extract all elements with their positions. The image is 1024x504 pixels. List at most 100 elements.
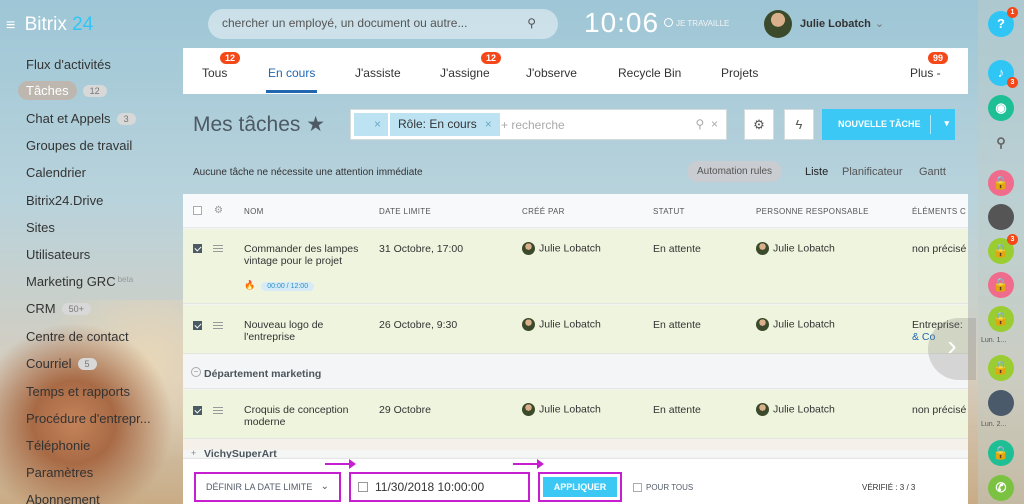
- filter-chip-empty[interactable]: ×: [354, 113, 388, 136]
- tab-tous[interactable]: Tous 12: [202, 52, 241, 80]
- view-gantt[interactable]: Gantt: [919, 166, 946, 178]
- sidebar-item-abonnement[interactable]: Abonnement: [26, 492, 100, 504]
- sidebar-item-crm[interactable]: CRM 50+: [26, 301, 91, 316]
- search-icon[interactable]: ⚲: [988, 130, 1014, 156]
- sidebar-item-taches[interactable]: Tâches 12: [18, 81, 107, 100]
- tab-label: En cours: [268, 66, 316, 80]
- view-planner[interactable]: Planificateur: [842, 166, 903, 178]
- close-icon[interactable]: ×: [374, 117, 381, 131]
- task-deadline[interactable]: 26 Octobre, 9:30: [379, 319, 457, 331]
- row-checkbox[interactable]: [193, 321, 202, 330]
- task-name[interactable]: Commander des lampes vintage pour le pro…: [244, 243, 362, 267]
- tab-jassiste[interactable]: J'assiste: [355, 66, 401, 80]
- filter-search[interactable]: × Rôle: En cours × + recherche ⚲ ×: [350, 109, 727, 140]
- chat-icon[interactable]: ◉: [988, 95, 1014, 121]
- lock-icon[interactable]: 🔒: [988, 440, 1014, 466]
- row-menu-icon[interactable]: [213, 407, 223, 414]
- tab-plus[interactable]: Plus - 99: [910, 52, 949, 80]
- task-creator[interactable]: Julie Lobatch: [522, 242, 601, 255]
- view-list[interactable]: Liste: [805, 166, 828, 178]
- sidebar-item-drive[interactable]: Bitrix24.Drive: [26, 193, 103, 208]
- settings-icon[interactable]: ⚙: [214, 205, 223, 216]
- column-header[interactable]: PERSONNE RESPONSABLE: [756, 207, 869, 216]
- tab-counter: 99: [928, 52, 949, 64]
- sidebar-item-temps[interactable]: Temps et rapports: [26, 384, 130, 399]
- sidebar-item-utilisateurs[interactable]: Utilisateurs: [26, 247, 90, 262]
- sidebar-item-chat[interactable]: Chat et Appels 3: [26, 111, 136, 126]
- search-icon[interactable]: ⚲: [527, 16, 536, 30]
- column-header[interactable]: ÉLÉMENTS C: [912, 207, 966, 216]
- expand-icon[interactable]: +: [191, 448, 196, 458]
- date-input[interactable]: 11/30/2018 10:00:00: [349, 472, 530, 502]
- tab-en-cours[interactable]: En cours: [265, 66, 318, 93]
- task-responsible[interactable]: Julie Lobatch: [756, 242, 835, 255]
- lightning-icon[interactable]: ϟ: [784, 109, 814, 140]
- search-clear-icons[interactable]: ⚲ ×: [696, 117, 718, 131]
- task-responsible[interactable]: Julie Lobatch: [756, 403, 835, 416]
- row-menu-icon[interactable]: [213, 322, 223, 329]
- define-deadline-select[interactable]: DÉFINIR LA DATE LIMITE ⌄: [194, 472, 341, 502]
- task-name[interactable]: Nouveau logo de l'entreprise: [244, 319, 362, 343]
- column-header[interactable]: STATUT: [653, 207, 685, 216]
- automation-rules-button[interactable]: Automation rules: [687, 161, 783, 182]
- avatar[interactable]: [988, 390, 1014, 416]
- lock-icon[interactable]: 🔒: [988, 272, 1014, 298]
- avatar[interactable]: [988, 204, 1014, 230]
- table-row[interactable]: Commander des lampes vintage pour le pro…: [183, 229, 968, 304]
- gear-icon[interactable]: ⚙: [744, 109, 774, 140]
- sidebar-item-procedure[interactable]: Procédure d'entrepr...: [26, 411, 151, 426]
- tab-projets[interactable]: Projets: [721, 66, 758, 80]
- tab-jassigne[interactable]: J'assigne 12: [440, 52, 502, 80]
- row-menu-icon[interactable]: [213, 245, 223, 252]
- sidebar-item-flux[interactable]: Flux d'activités: [26, 57, 111, 72]
- task-timer[interactable]: 🔥 00:00 / 12:00: [244, 280, 315, 291]
- row-checkbox[interactable]: [193, 244, 202, 253]
- filter-chip-role[interactable]: Rôle: En cours ×: [390, 113, 500, 136]
- task-creator[interactable]: Julie Lobatch: [522, 318, 601, 331]
- sidebar-item-contact[interactable]: Centre de contact: [26, 329, 129, 344]
- bell-icon[interactable]: ♪ 3: [988, 60, 1018, 88]
- apply-button[interactable]: APPLIQUER: [538, 472, 622, 502]
- phone-icon[interactable]: ✆: [988, 475, 1014, 501]
- group-header-marketing[interactable]: − Département marketing: [183, 355, 968, 389]
- sidebar-item-marketing[interactable]: Marketing GRC beta: [26, 274, 133, 289]
- tab-label: J'assigne: [440, 66, 490, 80]
- search-input[interactable]: chercher un employé, un document ou autr…: [208, 9, 558, 39]
- new-task-button[interactable]: NOUVELLE TÂCHE ▾: [822, 109, 955, 140]
- close-icon[interactable]: ×: [485, 117, 492, 131]
- for-all-checkbox[interactable]: POUR TOUS: [633, 483, 693, 492]
- user-menu[interactable]: Julie Lobatch ⌄: [764, 10, 884, 38]
- chevron-down-icon[interactable]: ▾: [944, 118, 949, 129]
- task-deadline[interactable]: 29 Octobre: [379, 404, 431, 416]
- work-status[interactable]: JE TRAVAILLE: [664, 18, 729, 28]
- table-row[interactable]: Croquis de conception moderne 29 Octobre…: [183, 390, 968, 439]
- lock-icon[interactable]: 🔒: [988, 306, 1014, 332]
- table-row[interactable]: Nouveau logo de l'entreprise 26 Octobre,…: [183, 305, 968, 354]
- tab-jobserve[interactable]: J'observe: [526, 66, 577, 80]
- lock-icon[interactable]: 🔒: [988, 170, 1014, 196]
- logo[interactable]: ≡ Bitrix 24: [6, 14, 93, 36]
- help-icon[interactable]: ? 1: [988, 7, 1018, 37]
- sidebar-item-calendrier[interactable]: Calendrier: [26, 165, 86, 180]
- checkbox[interactable]: [633, 483, 642, 492]
- menu-icon[interactable]: ≡: [6, 17, 15, 34]
- sidebar-item-telephonie[interactable]: Téléphonie: [26, 438, 90, 453]
- lock-icon[interactable]: 🔒 3: [988, 234, 1018, 264]
- column-header[interactable]: DATE LIMITE: [379, 207, 431, 216]
- sidebar-item-courriel[interactable]: Courriel 5: [26, 356, 97, 371]
- sidebar-item-parametres[interactable]: Paramètres: [26, 465, 93, 480]
- lock-icon[interactable]: 🔒: [988, 355, 1014, 381]
- collapse-icon[interactable]: −: [191, 367, 201, 377]
- select-all-checkbox[interactable]: [193, 206, 202, 215]
- task-creator[interactable]: Julie Lobatch: [522, 403, 601, 416]
- task-responsible[interactable]: Julie Lobatch: [756, 318, 835, 331]
- task-deadline[interactable]: 31 Octobre, 17:00: [379, 243, 463, 255]
- row-checkbox[interactable]: [193, 406, 202, 415]
- task-name[interactable]: Croquis de conception moderne: [244, 404, 362, 428]
- sidebar-item-sites[interactable]: Sites: [26, 220, 55, 235]
- column-header[interactable]: CRÉÉ PAR: [522, 207, 565, 216]
- sidebar-item-groupes[interactable]: Groupes de travail: [26, 138, 132, 153]
- calendar-icon[interactable]: [358, 482, 368, 492]
- column-header[interactable]: NOM: [244, 207, 264, 216]
- tab-recycle-bin[interactable]: Recycle Bin: [618, 66, 681, 80]
